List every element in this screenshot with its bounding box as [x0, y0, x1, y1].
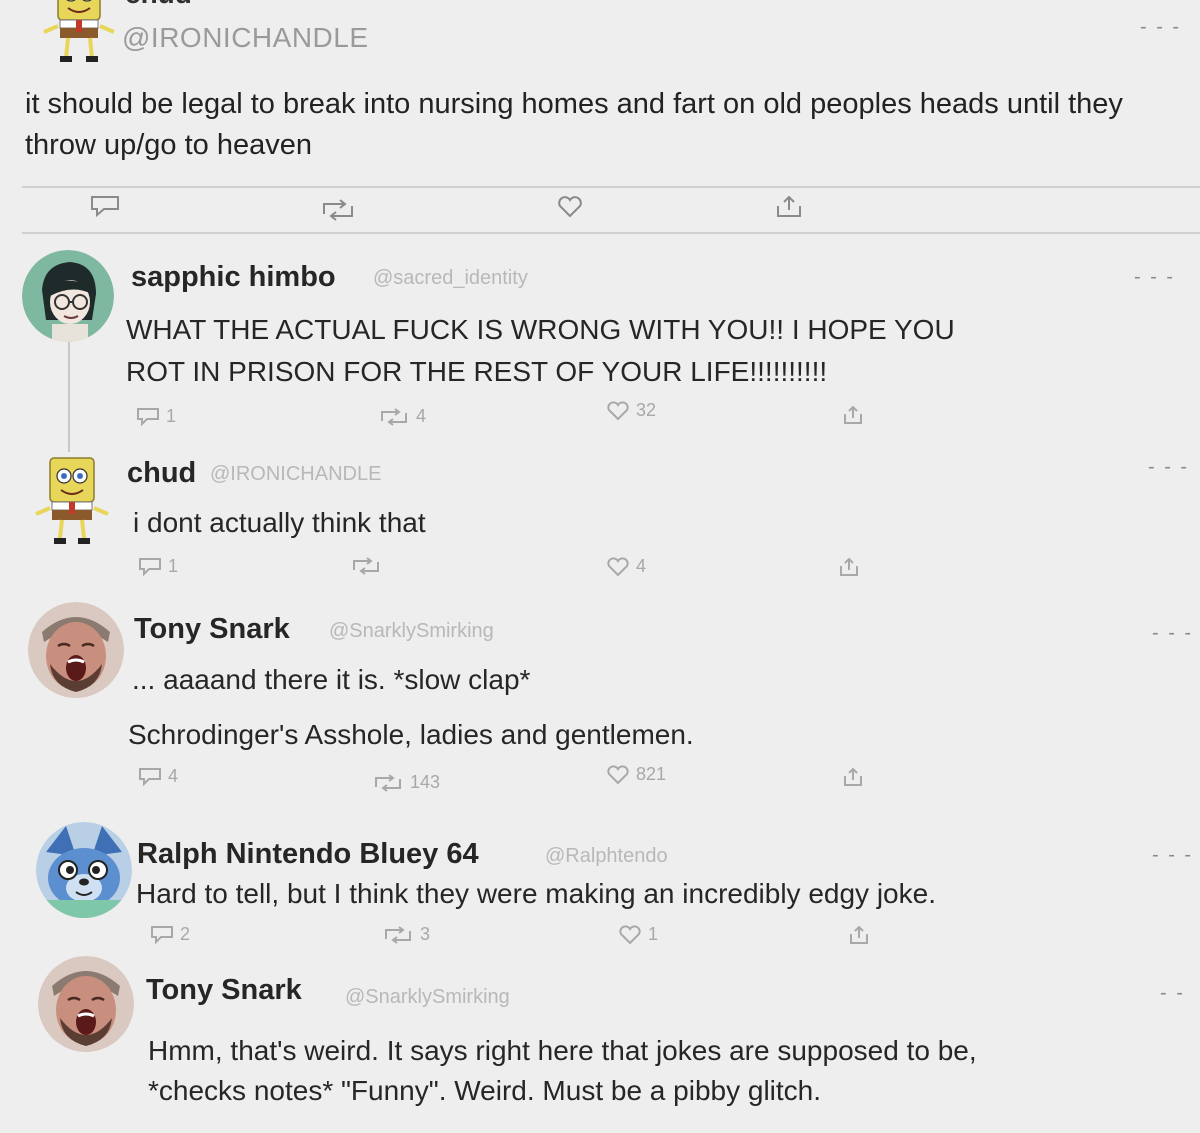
retweet-count: 143	[410, 772, 441, 792]
reply-author-name[interactable]: chud	[127, 457, 196, 490]
retweet-icon[interactable]	[318, 198, 358, 222]
tweet-thread: chud @IRONICHANDLE - - - it should be le…	[0, 0, 1200, 1133]
reply-actions: 4 143 821	[0, 764, 1200, 796]
main-tweet-more-icon[interactable]: - - -	[1140, 16, 1181, 39]
reply-text-line: ... aaaand there it is. *slow clap*	[132, 664, 531, 695]
divider	[22, 186, 1200, 188]
reply-more-icon[interactable]: - - -	[1148, 456, 1189, 479]
reply-icon[interactable]	[88, 194, 122, 218]
retweet-count: 4	[416, 406, 427, 426]
reply-author-name[interactable]: sapphic himbo	[131, 261, 336, 294]
retweet-count: 3	[420, 924, 431, 944]
reply-text-line: *checks notes* "Funny". Weird. Must be a…	[148, 1075, 822, 1106]
share-button[interactable]	[838, 556, 860, 578]
laughing-man-avatar-icon[interactable]	[38, 956, 134, 1052]
retweet-button[interactable]	[350, 556, 388, 576]
like-button[interactable]: 1	[618, 924, 658, 945]
reply-button[interactable]: 1	[138, 556, 178, 577]
reply-text-line: WHAT THE ACTUAL FUCK IS WRONG WITH YOU!!…	[126, 314, 955, 345]
reply-text-line: Hard to tell, but I think they were maki…	[136, 878, 936, 909]
like-count: 1	[648, 924, 659, 944]
reply-button[interactable]: 1	[136, 406, 176, 427]
retweet-button[interactable]: 4	[378, 406, 426, 427]
like-button[interactable]: 821	[606, 764, 666, 785]
spongebob-avatar-icon[interactable]	[40, 0, 118, 66]
reply-author-handle[interactable]: @Ralphtendo	[545, 845, 668, 868]
reply-author-name[interactable]: Tony Snark	[134, 613, 290, 646]
like-icon[interactable]	[556, 195, 584, 219]
reply-actions: 2 3 1	[0, 924, 1200, 954]
main-tweet-text: it should be legal to break into nursing…	[25, 88, 1123, 161]
reply-count: 1	[166, 406, 177, 426]
reply-more-icon[interactable]: - - -	[1134, 266, 1175, 289]
bluey-avatar-icon[interactable]	[36, 822, 132, 918]
reply-more-icon[interactable]: - - -	[1152, 622, 1193, 645]
retweet-button[interactable]: 143	[372, 772, 440, 793]
like-count: 821	[636, 764, 667, 784]
like-count: 4	[636, 556, 647, 576]
share-button[interactable]	[842, 766, 864, 788]
share-button[interactable]	[842, 404, 864, 426]
laughing-man-avatar-icon[interactable]	[28, 602, 124, 698]
reply-author-handle[interactable]: @SnarklySmirking	[329, 620, 494, 643]
main-tweet-author-name[interactable]: chud	[125, 0, 192, 10]
reply-more-icon[interactable]: - -	[1160, 982, 1185, 1005]
reply-text-line: Schrodinger's Asshole, ladies and gentle…	[128, 719, 694, 750]
cartoon-girl-avatar-icon[interactable]	[22, 250, 114, 342]
reply-text-line: Hmm, that's weird. It says right here th…	[148, 1035, 977, 1066]
like-button[interactable]: 4	[606, 556, 646, 577]
main-tweet-author-handle[interactable]: @IRONICHANDLE	[122, 22, 369, 54]
like-count: 32	[636, 400, 657, 420]
reply-more-icon[interactable]: - - -	[1152, 844, 1193, 867]
reply-author-name[interactable]: Tony Snark	[146, 974, 302, 1007]
reply-author-handle[interactable]: @IRONICHANDLE	[210, 463, 381, 486]
reply-button[interactable]: 2	[150, 924, 190, 945]
reply-author-name[interactable]: Ralph Nintendo Bluey 64	[137, 838, 479, 871]
spongebob-avatar-icon[interactable]	[34, 452, 110, 548]
reply-count: 2	[180, 924, 191, 944]
reply-button[interactable]: 4	[138, 766, 178, 787]
divider	[22, 232, 1200, 234]
reply-actions: 1 4	[0, 556, 1200, 586]
reply-actions: 1 4 32	[0, 400, 1200, 436]
share-button[interactable]	[848, 924, 870, 946]
reply-text-line: ROT IN PRISON FOR THE REST OF YOUR LIFE!…	[126, 356, 828, 387]
reply-author-handle[interactable]: @sacred_identity	[373, 267, 528, 290]
reply-count: 4	[168, 766, 179, 786]
share-icon[interactable]	[774, 194, 804, 220]
reply-author-handle[interactable]: @SnarklySmirking	[345, 986, 510, 1009]
retweet-button[interactable]: 3	[382, 924, 430, 945]
reply-count: 1	[168, 556, 179, 576]
reply-text-line: i dont actually think that	[133, 507, 426, 538]
like-button[interactable]: 32	[606, 400, 656, 421]
